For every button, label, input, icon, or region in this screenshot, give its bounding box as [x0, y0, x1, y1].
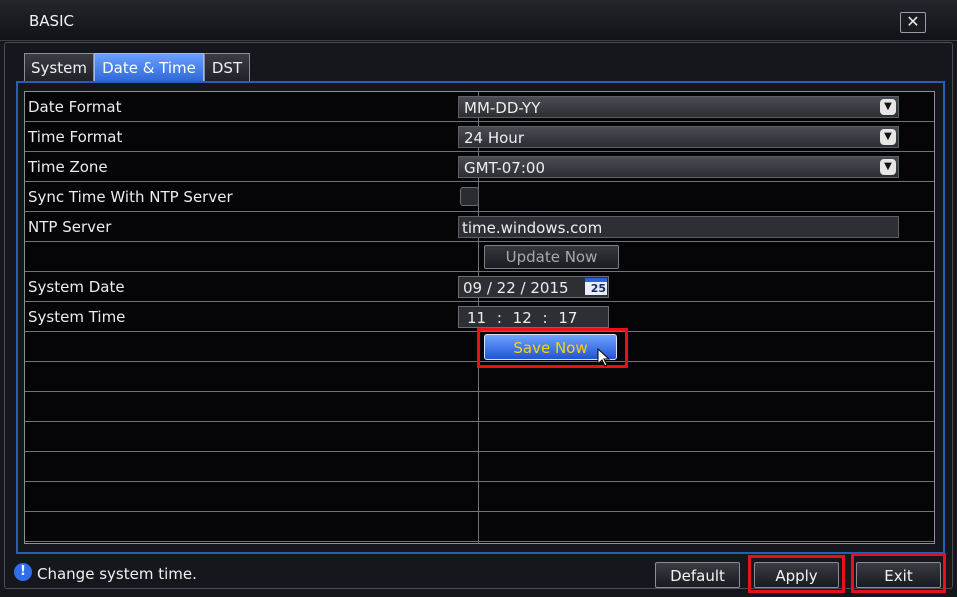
empty-row — [25, 392, 934, 422]
ntp-sync-label: Sync Time With NTP Server — [28, 188, 233, 206]
time-format-label: Time Format — [28, 128, 123, 146]
time-zone-select[interactable]: GMT-07:00 ▼ — [458, 156, 899, 178]
system-date-value: 09 / 22 / 2015 — [463, 279, 569, 297]
chevron-down-icon[interactable]: ▼ — [880, 129, 896, 145]
time-format-select[interactable]: 24 Hour ▼ — [458, 126, 899, 148]
apply-highlight — [748, 555, 845, 593]
ntp-sync-checkbox[interactable] — [460, 187, 479, 206]
title-bar: BASIC ✕ — [0, 0, 957, 41]
status-message: Change system time. — [37, 565, 197, 583]
calendar-icon[interactable]: 25 — [585, 278, 607, 295]
row-ntp-sync: Sync Time With NTP Server — [25, 182, 934, 212]
tab-date-time[interactable]: Date & Time — [94, 53, 204, 82]
default-button[interactable]: Default — [655, 562, 740, 588]
chevron-down-icon[interactable]: ▼ — [880, 159, 896, 175]
empty-row — [25, 512, 934, 542]
update-now-button[interactable]: Update Now — [484, 245, 619, 269]
date-format-value: MM-DD-YY — [464, 99, 541, 117]
close-icon[interactable]: ✕ — [900, 12, 926, 33]
system-date-label: System Date — [28, 278, 125, 296]
ntp-server-input[interactable]: time.windows.com — [458, 216, 899, 238]
empty-row — [25, 452, 934, 482]
tab-dst[interactable]: DST — [204, 53, 250, 82]
info-icon: ! — [14, 563, 32, 581]
empty-row — [25, 422, 934, 452]
empty-row — [25, 482, 934, 512]
system-time-label: System Time — [28, 308, 126, 326]
tab-system[interactable]: System — [24, 53, 94, 82]
time-format-value: 24 Hour — [464, 129, 524, 147]
system-time-input[interactable]: 11 : 12 : 17 — [458, 306, 609, 328]
date-format-label: Date Format — [28, 98, 122, 116]
time-zone-value: GMT-07:00 — [464, 159, 545, 177]
window-title: BASIC — [29, 12, 74, 30]
chevron-down-icon[interactable]: ▼ — [880, 99, 896, 115]
system-time-value: 11 : 12 : 17 — [467, 309, 578, 327]
mouse-cursor-icon — [597, 348, 611, 367]
ntp-server-label: NTP Server — [28, 218, 112, 236]
exit-highlight — [851, 553, 946, 593]
date-format-select[interactable]: MM-DD-YY ▼ — [458, 96, 899, 118]
time-zone-label: Time Zone — [28, 158, 108, 176]
row-update-now — [25, 242, 934, 272]
basic-settings-window: BASIC ✕ System Date & Time DST Date Form… — [0, 0, 957, 597]
